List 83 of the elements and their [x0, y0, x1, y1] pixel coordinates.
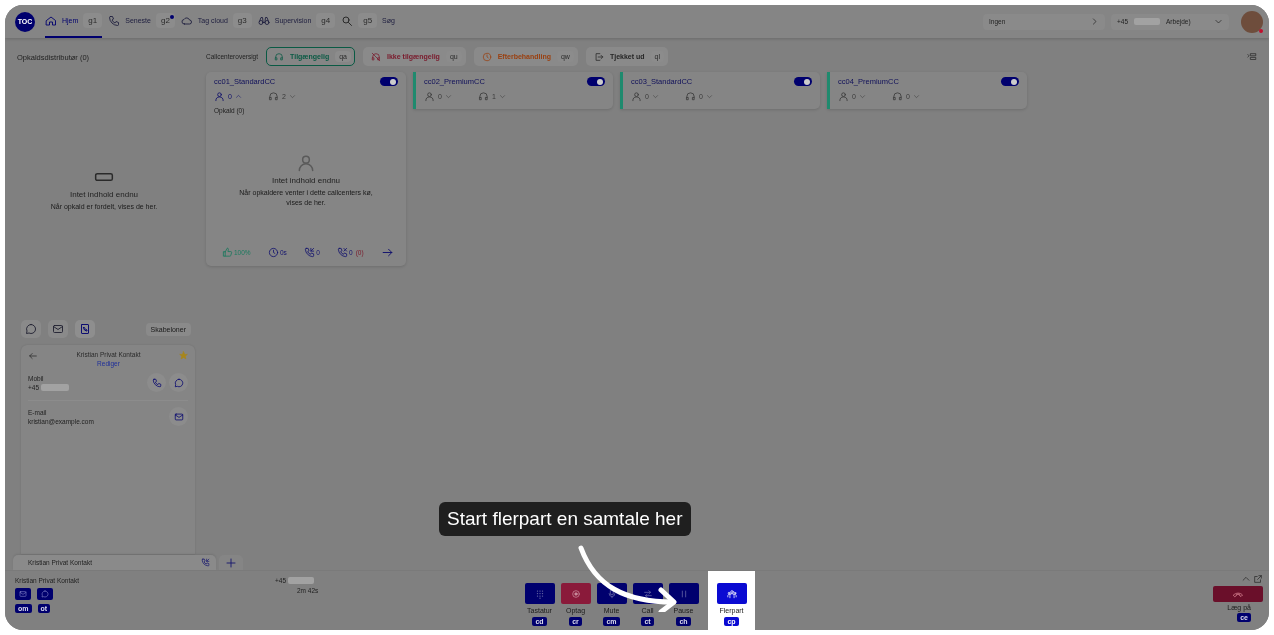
chevron-down-icon[interactable] — [651, 93, 659, 100]
exit-icon — [593, 51, 604, 62]
chat-icon — [25, 323, 37, 335]
chevron-down-icon[interactable] — [705, 93, 713, 100]
empty-title: Intet indhold endnu — [271, 176, 341, 186]
record-icon — [570, 588, 581, 599]
toggle-switch[interactable] — [794, 77, 812, 86]
status-dot — [1259, 28, 1263, 33]
microphone-icon — [606, 588, 617, 599]
person-icon — [296, 153, 316, 174]
contact-tab[interactable] — [48, 320, 68, 338]
shortcut-key: g4 — [316, 13, 336, 28]
star-icon[interactable] — [179, 351, 188, 360]
cloud-icon — [180, 14, 193, 27]
chevron-up-icon[interactable] — [1241, 574, 1251, 584]
clock-icon — [481, 51, 492, 62]
phone-cross-icon — [337, 247, 349, 258]
home-icon — [45, 14, 57, 27]
redacted-number — [1134, 18, 1161, 25]
shortcut-key: g3 — [232, 13, 252, 28]
chevron-down-icon[interactable] — [858, 93, 866, 100]
thumbs-up-icon — [222, 247, 233, 258]
dialpad-icon — [534, 588, 545, 599]
mail-button[interactable] — [15, 588, 31, 600]
conference-button[interactable] — [716, 583, 747, 604]
toggle-switch[interactable] — [1001, 77, 1019, 86]
phone-icon — [108, 14, 121, 27]
message-button[interactable] — [169, 373, 188, 392]
phone-arrow-icon — [201, 558, 210, 567]
chevron-right-icon — [1090, 17, 1099, 26]
contact-tab[interactable] — [21, 320, 41, 338]
shortcut-key: g2 — [155, 13, 175, 28]
headset-icon — [274, 51, 285, 62]
chat-button[interactable] — [37, 588, 53, 600]
redacted-number — [41, 383, 70, 391]
call-button[interactable] — [147, 373, 166, 392]
mail-icon — [173, 411, 184, 422]
clock-icon — [267, 247, 279, 258]
chevron-down-icon[interactable] — [288, 93, 296, 100]
back-arrow-icon[interactable] — [28, 351, 38, 361]
empty-title: Intet indhold endnu — [69, 190, 139, 200]
person-icon — [838, 91, 849, 102]
headset-icon — [477, 91, 489, 102]
headset-icon — [891, 91, 903, 102]
panel-toggle-icon[interactable] — [1247, 51, 1257, 62]
chat-icon — [173, 377, 184, 388]
chevron-down-icon[interactable] — [498, 93, 506, 100]
shortcut-key: g1 — [83, 13, 103, 28]
person-icon — [424, 91, 435, 102]
avatar[interactable] — [1241, 10, 1263, 33]
chat-icon — [41, 590, 49, 598]
headset-icon — [267, 91, 279, 102]
search-icon[interactable] — [341, 14, 354, 27]
mail-icon — [19, 590, 27, 598]
shortcut-key: g5 — [358, 13, 378, 28]
hangup-button[interactable] — [1213, 586, 1263, 602]
group-icon — [726, 588, 737, 599]
mail-icon — [52, 323, 64, 335]
tooltip: Start flerpart en samtale her — [439, 502, 691, 536]
email-button[interactable] — [169, 407, 188, 426]
plus-icon — [225, 556, 237, 569]
contact-tab[interactable] — [75, 320, 95, 338]
chevron-up-icon[interactable] — [234, 93, 242, 100]
person-icon — [214, 91, 225, 102]
person-icon — [631, 91, 642, 102]
transfer-icon — [642, 588, 653, 599]
add-tab-button[interactable] — [219, 555, 243, 570]
toggle-switch[interactable] — [587, 77, 605, 86]
headset-crossed-icon — [371, 51, 381, 62]
arrow-right-icon[interactable] — [380, 246, 394, 259]
redacted-number — [288, 577, 315, 584]
toggle-switch[interactable] — [380, 77, 398, 86]
binoculars-icon — [257, 14, 270, 27]
headset-icon — [684, 91, 696, 102]
phone-icon — [151, 377, 162, 388]
chevron-down-icon[interactable] — [912, 93, 920, 100]
dialpad-button[interactable] — [524, 583, 555, 604]
external-link-icon[interactable] — [1253, 574, 1263, 584]
contact-book-icon — [79, 323, 91, 335]
chevron-down-icon[interactable] — [444, 93, 452, 100]
phone-arrow-icon — [304, 247, 316, 258]
record-button[interactable] — [560, 583, 591, 604]
chevron-down-icon — [1214, 17, 1223, 26]
